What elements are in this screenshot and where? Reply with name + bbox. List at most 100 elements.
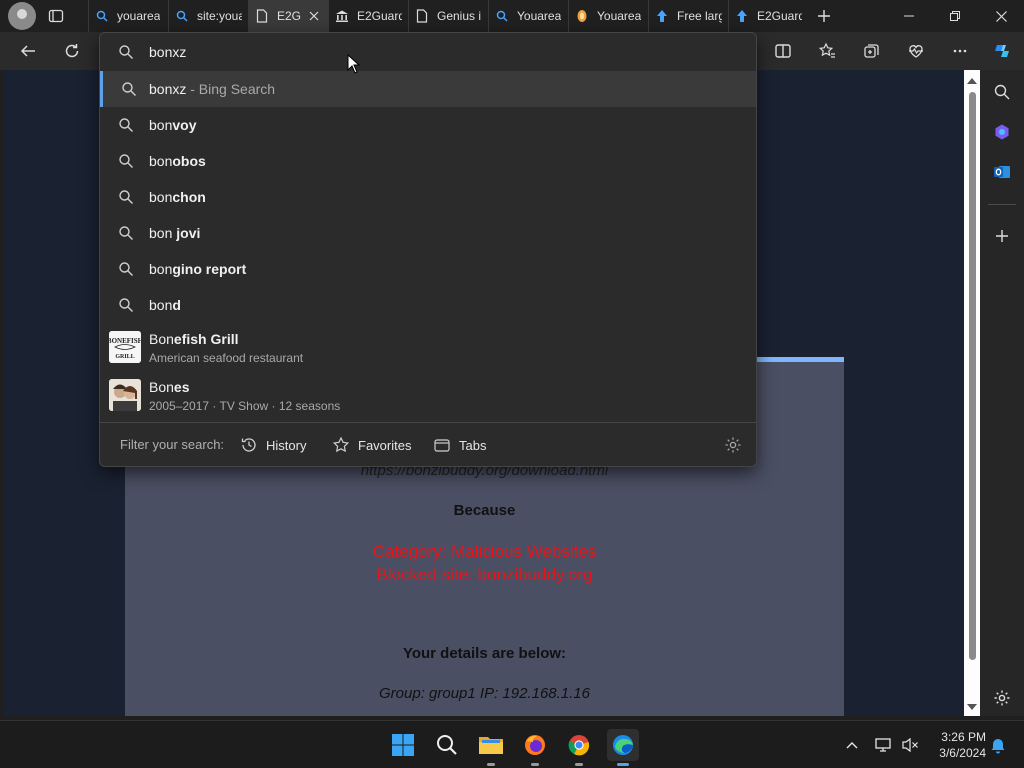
history-label: History — [266, 437, 307, 453]
suggestion-item[interactable]: bon jovi — [100, 215, 756, 251]
minimize-button[interactable] — [886, 0, 932, 32]
sidebar-outlook-button[interactable] — [988, 158, 1016, 186]
bones-tv-show-thumbnail — [109, 379, 141, 411]
monitor-network-icon — [875, 738, 891, 752]
close-tab-icon[interactable] — [307, 9, 321, 23]
folder-icon — [479, 737, 503, 754]
search-icon — [495, 9, 509, 23]
tab-label: Genius i — [437, 9, 482, 23]
more-dots-icon — [953, 49, 967, 53]
network-status-button[interactable] — [872, 733, 896, 757]
search-icon — [175, 9, 189, 23]
tab-youarea-3[interactable]: Youarea — [568, 0, 648, 32]
sidebar-settings-button[interactable] — [988, 684, 1016, 712]
back-button[interactable] — [13, 36, 43, 66]
suggestion-item[interactable]: bonchon — [100, 179, 756, 215]
suggestion-item[interactable]: bonvoy — [100, 107, 756, 143]
refresh-icon — [65, 44, 79, 58]
sidebar-copilot-button[interactable] — [988, 118, 1016, 146]
heart-pulse-icon — [909, 45, 923, 58]
address-bar-input[interactable]: bonxz — [149, 44, 186, 60]
filter-favorites-button[interactable]: Favorites — [332, 433, 411, 457]
filter-tabs-button[interactable]: Tabs — [433, 433, 486, 457]
scroll-down-arrow[interactable] — [967, 704, 977, 710]
taskbar-search-button[interactable] — [431, 729, 463, 761]
star-list-icon — [818, 42, 835, 58]
search-icon — [437, 735, 457, 755]
search-icon — [118, 153, 134, 174]
gear-icon — [994, 690, 1010, 706]
search-icon — [118, 297, 134, 318]
tab-e2guard-1[interactable]: E2Guard — [328, 0, 408, 32]
tab-e2g-active[interactable]: E2G — [248, 0, 328, 32]
suggestion-item[interactable]: bond — [100, 287, 756, 323]
search-icon — [118, 44, 134, 65]
page-icon — [255, 9, 269, 23]
search-icon — [95, 9, 109, 23]
suggestion-settings-button[interactable] — [724, 433, 750, 457]
sidebar-search-button[interactable] — [988, 78, 1016, 106]
split-screen-button[interactable] — [768, 36, 798, 66]
tab-label: E2G — [277, 9, 302, 23]
bell-icon — [991, 739, 1005, 754]
orange-logo-icon — [575, 9, 589, 23]
notifications-button[interactable] — [986, 733, 1010, 757]
page-scrollbar[interactable] — [964, 70, 980, 716]
hexagon-logo-icon — [995, 124, 1009, 140]
block-category: Category: Malicious Websites — [372, 542, 597, 561]
more-options-button[interactable] — [945, 36, 975, 66]
collections-button[interactable] — [857, 36, 887, 66]
tab-label: Free larg — [677, 9, 722, 23]
upload-arrow-icon — [735, 9, 749, 23]
sidebar-add-button[interactable] — [988, 222, 1016, 250]
show-hidden-icons-button[interactable] — [840, 733, 864, 757]
outlook-icon — [994, 166, 1010, 178]
tab-label: E2Guard — [357, 9, 402, 23]
volume-muted-button[interactable] — [898, 733, 922, 757]
file-explorer-button[interactable] — [475, 729, 507, 766]
chrome-button[interactable] — [563, 729, 595, 766]
edge-button[interactable] — [607, 729, 639, 766]
suggestion-bing-search[interactable]: bonxz - Bing Search — [100, 71, 756, 107]
suggestion-item[interactable]: bongino report — [100, 251, 756, 287]
svg-text:GRILL: GRILL — [115, 354, 134, 360]
favorites-label: Favorites — [358, 437, 412, 453]
profile-avatar[interactable] — [8, 2, 36, 30]
filter-history-button[interactable]: History — [240, 433, 306, 457]
tab-genius[interactable]: Genius i — [408, 0, 488, 32]
restore-button[interactable] — [932, 0, 978, 32]
new-tab-button[interactable] — [808, 0, 840, 32]
address-bar[interactable]: bonxz — [100, 33, 756, 71]
search-icon — [118, 117, 134, 138]
taskbar-clock[interactable]: 3:26 PM 3/6/2024 — [924, 729, 986, 761]
scroll-up-arrow[interactable] — [967, 78, 977, 84]
copilot-button[interactable] — [987, 36, 1017, 66]
bank-icon — [335, 9, 349, 23]
suggestion-completion: d — [172, 297, 181, 313]
scroll-thumb[interactable] — [969, 92, 976, 660]
search-icon — [121, 81, 137, 102]
close-window-button[interactable] — [978, 0, 1024, 32]
suggestion-text: bonxz — [149, 81, 187, 97]
tab-e2guard-2[interactable]: E2Guard — [728, 0, 808, 32]
tab-actions-icon — [48, 9, 64, 23]
tab-youarea-2[interactable]: Youarea — [488, 0, 568, 32]
browser-essentials-button[interactable] — [901, 36, 931, 66]
firefox-button[interactable] — [519, 729, 551, 766]
tab-actions-button[interactable] — [40, 0, 72, 32]
star-icon — [332, 436, 350, 453]
tab-free-larg[interactable]: Free larg — [648, 0, 728, 32]
history-icon — [241, 438, 256, 452]
chevron-up-icon — [846, 742, 858, 749]
firefox-icon — [525, 735, 545, 755]
mouse-cursor-icon — [347, 54, 361, 74]
tab-youarea-1[interactable]: youarea — [88, 0, 168, 32]
copilot-icon — [995, 45, 1009, 57]
favorites-button[interactable] — [812, 36, 842, 66]
suggestion-item[interactable]: bonobos — [100, 143, 756, 179]
rich-suggestion-bonefish-grill[interactable]: BONEFISH GRILL Bonefish Grill American s… — [100, 325, 756, 373]
rich-suggestion-bones[interactable]: Bones 2005–2017 · TV Show · 12 seasons — [100, 373, 756, 421]
start-button[interactable] — [387, 729, 419, 761]
refresh-button[interactable] — [57, 36, 87, 66]
tab-site-youa[interactable]: site:youa — [168, 0, 248, 32]
